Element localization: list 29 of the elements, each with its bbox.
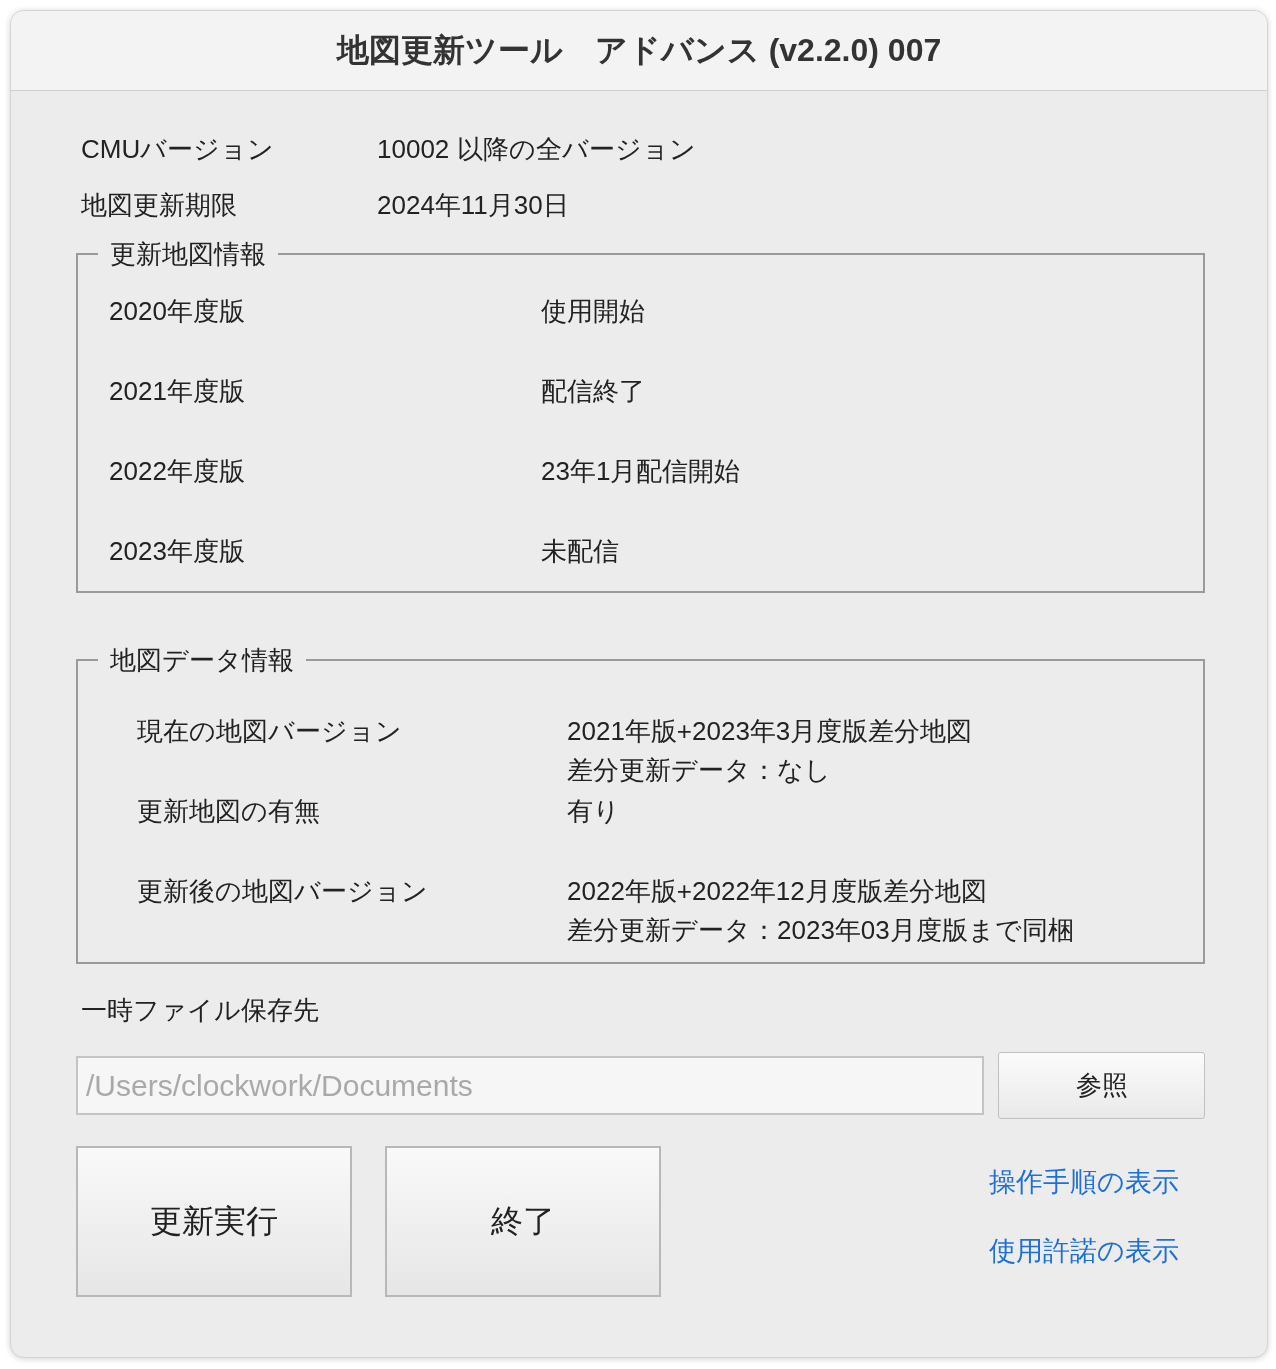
edition-status: 23年1月配信開始 bbox=[541, 454, 741, 488]
group-title: 更新地図情報 bbox=[109, 238, 267, 271]
data-value: 差分更新データ：2023年03月度版まで同梱 bbox=[567, 914, 1074, 947]
action-button[interactable]: 終了 bbox=[385, 1146, 661, 1297]
help-link[interactable]: 使用許諾の表示 bbox=[989, 1232, 1179, 1270]
field-value: 2024年11月30日 bbox=[377, 188, 569, 222]
data-value: 2021年版+2023年3月度版差分地図 bbox=[567, 715, 973, 748]
field-value: 10002 以降の全バージョン bbox=[377, 132, 696, 166]
group-title: 地図データ情報 bbox=[109, 644, 295, 677]
map-edition: 2022年度版 bbox=[109, 454, 246, 488]
map-edition: 2023年度版 bbox=[109, 534, 246, 568]
data-value: 差分更新データ：なし bbox=[567, 754, 832, 787]
action-button[interactable]: 更新実行 bbox=[76, 1146, 352, 1297]
edition-status: 配信終了 bbox=[541, 374, 645, 408]
data-label: 更新地図の有無 bbox=[137, 795, 321, 828]
field-label: CMUバージョン bbox=[81, 132, 276, 166]
help-link[interactable]: 操作手順の表示 bbox=[989, 1163, 1179, 1201]
map-edition: 2020年度版 bbox=[109, 294, 246, 328]
edition-status: 使用開始 bbox=[541, 294, 645, 328]
field-label: 一時ファイル保存先 bbox=[80, 994, 320, 1027]
window-title: 地図更新ツール アドバンス (v2.2.0) 007 bbox=[336, 30, 942, 70]
data-value: 2022年版+2022年12月度版差分地図 bbox=[567, 875, 988, 908]
data-label: 更新後の地図バージョン bbox=[137, 875, 429, 908]
data-label: 現在の地図バージョン bbox=[137, 715, 403, 748]
map-edition: 2021年度版 bbox=[109, 374, 246, 408]
field-label: 地図更新期限 bbox=[81, 188, 238, 222]
browse-button[interactable]: 参照 bbox=[998, 1052, 1205, 1119]
edition-status: 未配信 bbox=[541, 534, 619, 568]
data-value: 有り bbox=[567, 795, 620, 828]
